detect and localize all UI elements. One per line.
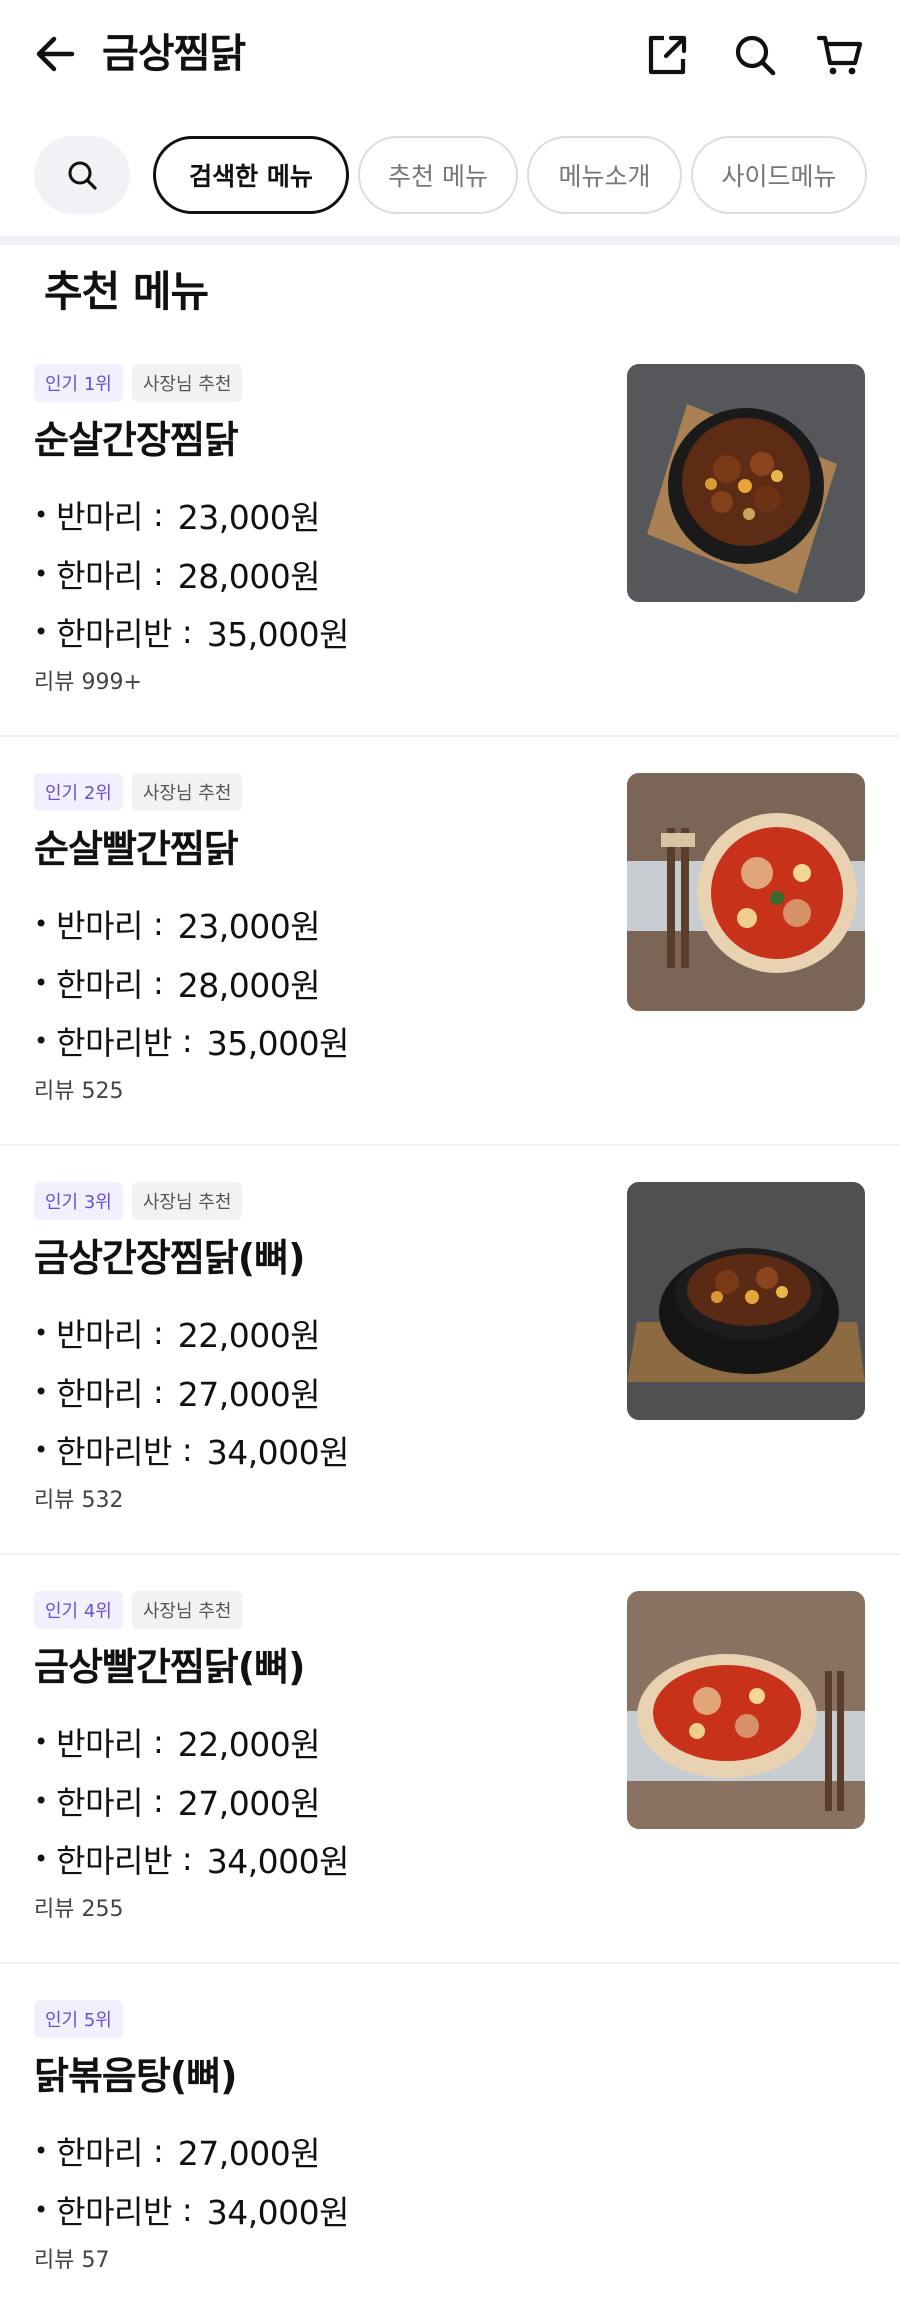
size-label: 한마리반	[56, 1842, 172, 1881]
size-label: 한마리	[56, 556, 143, 595]
price-amount: 34,000원	[206, 1842, 350, 1882]
menu-item[interactable]: 인기 5위 닭볶음탕(뼈) • 한마리:27,000원 • 한마리반:34,000원…	[0, 2000, 900, 2300]
menu-item-photo	[627, 773, 865, 1011]
review-count: 리뷰 57	[34, 2248, 110, 2273]
rank-badge: 인기 4위	[34, 1591, 123, 1629]
price-amount: 34,000원	[206, 2192, 350, 2232]
menu-item-name: 닭볶음탕(뼈)	[34, 2054, 238, 2098]
price-row: • 반마리:23,000원	[34, 895, 349, 954]
share-icon	[648, 35, 687, 75]
menu-item[interactable]: 인기 3위 사장님 추천 금상간장찜닭(뼈) • 반마리:22,000원 • 한마리…	[0, 1182, 900, 1592]
size-label: 한마리	[56, 965, 143, 1004]
size-label: 반마리	[56, 907, 143, 946]
size-label: 한마리	[56, 1783, 143, 1822]
price-amount: 35,000원	[206, 1024, 350, 1064]
menu-item-name: 순살빨간찜닭	[34, 827, 239, 871]
price-list: • 반마리:23,000원 • 한마리:28,000원 • 한마리반:35,000원	[34, 895, 350, 1071]
price-amount: 27,000원	[177, 1374, 321, 1414]
menu-item-photo	[627, 364, 865, 602]
menu-item[interactable]: 인기 4위 사장님 추천 금상빨간찜닭(뼈) • 반마리:22,000원 • 한마리…	[0, 1591, 900, 2001]
back-button[interactable]	[32, 30, 80, 78]
price-row: • 한마리반:34,000원	[34, 1421, 350, 1480]
review-count: 리뷰 999+	[34, 670, 142, 695]
item-divider	[0, 735, 900, 737]
item-divider	[0, 1962, 900, 1964]
review-count: 리뷰 255	[34, 1897, 124, 1922]
price-row: • 한마리:27,000원	[34, 1363, 349, 1422]
price-row: • 반마리:22,000원	[34, 1304, 349, 1363]
price-amount: 28,000원	[177, 556, 321, 596]
cart-icon	[816, 35, 863, 75]
menu-item-photo	[627, 1591, 865, 1829]
price-amount: 23,000원	[177, 907, 321, 947]
size-label: 반마리	[56, 498, 143, 537]
price-row: • 한마리:28,000원	[34, 545, 349, 604]
price-amount: 23,000원	[177, 498, 321, 538]
menu-item-photo	[627, 1182, 865, 1420]
price-row: • 한마리:27,000원	[34, 1772, 349, 1831]
tab-side-menu[interactable]: 사이드메뉴	[691, 136, 867, 214]
menu-category-tabs: 검색한 메뉴 추천 메뉴 메뉴소개 사이드메뉴	[0, 134, 900, 216]
search-icon	[735, 35, 776, 76]
arrow-left-icon	[36, 36, 75, 72]
size-label: 한마리	[56, 1374, 143, 1413]
price-amount: 28,000원	[177, 965, 321, 1005]
tab-recommended-menu[interactable]: 추천 메뉴	[358, 136, 518, 214]
price-list: • 반마리:22,000원 • 한마리:27,000원 • 한마리반:34,000원	[34, 1713, 350, 1889]
section-title: 추천 메뉴	[44, 267, 209, 316]
size-label: 반마리	[56, 1316, 143, 1355]
price-amount: 27,000원	[177, 1783, 321, 1823]
search-button[interactable]	[730, 30, 780, 80]
item-divider	[0, 1553, 900, 1555]
section-divider	[0, 236, 900, 245]
rank-badge: 인기 1위	[34, 364, 123, 402]
price-row: • 한마리:28,000원	[34, 954, 349, 1013]
tab-search-button[interactable]	[34, 136, 130, 214]
menu-item-name: 순살간장찜닭	[34, 418, 239, 462]
size-label: 한마리반	[56, 1433, 172, 1472]
size-label: 한마리반	[56, 2192, 172, 2231]
price-list: • 한마리:27,000원 • 한마리반:34,000원	[34, 2122, 350, 2240]
price-row: • 한마리반:34,000원	[34, 2181, 350, 2240]
menu-item[interactable]: 인기 1위 사장님 추천 순살간장찜닭 • 반마리:23,000원 • 한마리:28…	[0, 364, 900, 774]
size-label: 한마리	[56, 2134, 143, 2173]
price-amount: 22,000원	[177, 1316, 321, 1356]
price-row: • 한마리:27,000원	[34, 2122, 349, 2181]
search-icon	[68, 161, 97, 190]
menu-item-name: 금상빨간찜닭(뼈)	[34, 1645, 305, 1689]
cart-button[interactable]	[815, 30, 865, 80]
owner-pick-badge: 사장님 추천	[131, 1591, 243, 1629]
size-label: 한마리반	[56, 1024, 172, 1063]
price-list: • 반마리:22,000원 • 한마리:27,000원 • 한마리반:34,000원	[34, 1304, 350, 1480]
tab-searched-menu[interactable]: 검색한 메뉴	[153, 136, 349, 214]
price-amount: 35,000원	[206, 615, 350, 655]
store-title: 금상찜닭	[102, 31, 246, 77]
size-label: 반마리	[56, 1725, 143, 1764]
owner-pick-badge: 사장님 추천	[131, 773, 243, 811]
price-amount: 22,000원	[177, 1725, 321, 1765]
price-list: • 반마리:23,000원 • 한마리:28,000원 • 한마리반:35,000원	[34, 486, 350, 662]
menu-item-name: 금상간장찜닭(뼈)	[34, 1236, 305, 1280]
owner-pick-badge: 사장님 추천	[131, 364, 243, 402]
size-label: 한마리반	[56, 615, 172, 654]
price-row: • 한마리반:34,000원	[34, 1830, 350, 1889]
top-bar: 금상찜닭	[0, 0, 900, 112]
item-divider	[0, 1144, 900, 1146]
owner-pick-badge: 사장님 추천	[131, 1182, 243, 1220]
review-count: 리뷰 525	[34, 1079, 124, 1104]
price-row: • 한마리반:35,000원	[34, 1012, 350, 1071]
rank-badge: 인기 2위	[34, 773, 123, 811]
price-row: • 한마리반:35,000원	[34, 603, 350, 662]
price-row: • 반마리:22,000원	[34, 1713, 349, 1772]
menu-item[interactable]: 인기 2위 사장님 추천 순살빨간찜닭 • 반마리:23,000원 • 한마리:28…	[0, 773, 900, 1183]
rank-badge: 인기 5위	[34, 2000, 123, 2038]
share-button[interactable]	[642, 30, 692, 80]
price-amount: 34,000원	[206, 1433, 350, 1473]
rank-badge: 인기 3위	[34, 1182, 123, 1220]
price-amount: 27,000원	[177, 2134, 321, 2174]
review-count: 리뷰 532	[34, 1488, 124, 1513]
price-row: • 반마리:23,000원	[34, 486, 349, 545]
tab-menu-intro[interactable]: 메뉴소개	[527, 136, 682, 214]
